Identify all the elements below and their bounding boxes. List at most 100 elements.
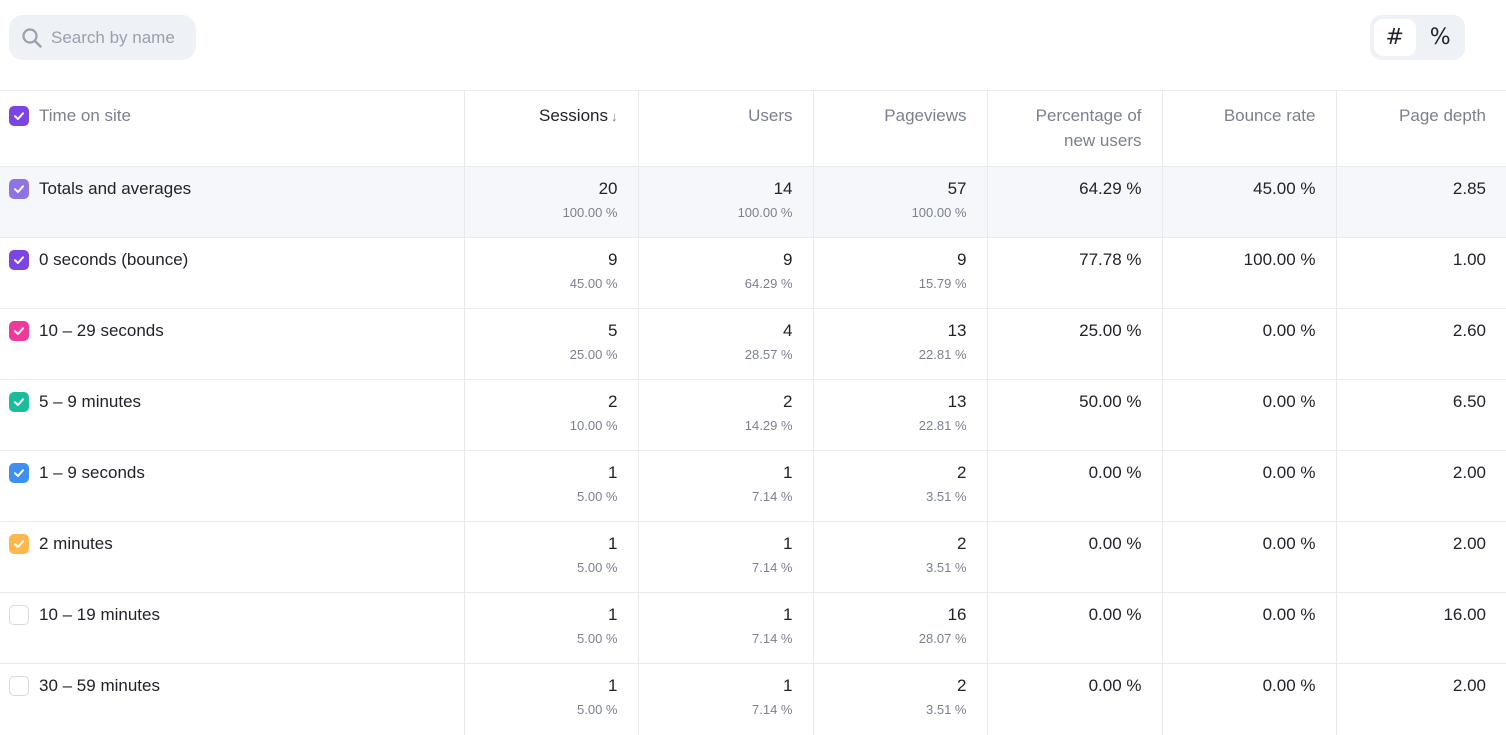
sessions-percent: 10.00 % [569,418,618,433]
sessions-value: 9 [608,250,618,269]
sessions-value: 2 [608,392,618,411]
search-input[interactable] [51,27,191,48]
bounce-rate-cell: 100.00 % [1161,237,1336,309]
sessions-value: 20 [598,179,618,198]
dimension-label: 10 – 19 minutes [39,605,160,624]
sessions-cell: 1 5.00 % [463,663,638,735]
page-depth-cell: 2.00 [1335,663,1506,735]
table-row: 10 – 29 seconds 5 25.00 % 4 28.57 % 13 22.81 %… [0,308,1506,380]
users-header[interactable]: Users [637,90,813,167]
users-cell: 14 100.00 % [637,166,813,238]
table-row: 30 – 59 minutes 1 5.00 % 1 7.14 % 2 3.51 % 0.00… [0,663,1506,735]
users-percent: 7.14 % [752,560,793,575]
users-header-label: Users [748,106,793,125]
check-icon [14,540,24,548]
sessions-header[interactable]: Sessions ↓ [463,90,638,167]
users-value: 14 [773,179,793,198]
pageviews-value: 13 [947,321,967,340]
sessions-percent: 25.00 % [569,347,618,362]
page-depth-header[interactable]: Page depth [1335,90,1506,167]
dimension-label: 1 – 9 seconds [39,463,145,482]
new-users-cell: 0.00 % [986,450,1162,522]
dimension-header: Time on site [0,90,464,167]
sessions-cell: 1 5.00 % [463,521,638,593]
new-users-cell: 0.00 % [986,592,1162,664]
check-icon [14,111,24,120]
pageviews-cell: 2 3.51 % [812,450,987,522]
bounce-rate-cell: 0.00 % [1161,308,1336,380]
dimension-header-label: Time on site [39,106,131,125]
new-users-value: 64.29 % [1079,179,1142,198]
users-percent: 64.29 % [744,276,793,291]
users-percent: 7.14 % [752,489,793,504]
users-percent: 28.57 % [744,347,793,362]
pageviews-header[interactable]: Pageviews [812,90,987,167]
page-depth-cell: 1.00 [1335,237,1506,309]
pageviews-cell: 2 3.51 % [812,521,987,593]
page-depth-value: 2.00 [1452,676,1486,695]
dimension-cell: 2 minutes [0,521,464,593]
percent-values-button[interactable]: % [1420,19,1462,56]
sessions-percent: 5.00 % [577,560,618,575]
pageviews-percent: 28.07 % [918,631,967,646]
pageviews-percent: 3.51 % [926,489,967,504]
pageviews-cell: 2 3.51 % [812,663,987,735]
select-all-checkbox[interactable] [9,105,29,126]
table-row: 1 – 9 seconds 1 5.00 % 1 7.14 % 2 3.51 % 0.00 %… [0,450,1506,522]
row-checkbox[interactable] [9,534,29,554]
sessions-value: 1 [608,463,618,482]
users-percent: 100.00 % [737,205,793,220]
dimension-label: 30 – 59 minutes [39,676,160,695]
bounce-rate-value: 0.00 % [1262,534,1316,553]
new-users-value: 0.00 % [1088,463,1142,482]
users-value: 1 [783,605,793,624]
dimension-cell: 5 – 9 minutes [0,379,464,451]
row-checkbox[interactable] [9,321,29,341]
dimension-label: Totals and averages [39,179,192,198]
new-users-header-line2: new users [1064,131,1142,150]
page-depth-cell: 2.85 [1335,166,1506,238]
pageviews-value: 2 [957,534,967,553]
new-users-cell: 64.29 % [986,166,1162,238]
row-checkbox[interactable] [9,250,29,270]
absolute-values-button[interactable]: # [1374,19,1416,56]
sessions-cell: 5 25.00 % [463,308,638,380]
page-depth-value: 2.00 [1452,534,1486,553]
users-cell: 2 14.29 % [637,379,813,451]
row-checkbox[interactable] [9,676,29,696]
dimension-label: 0 seconds (bounce) [39,250,189,269]
pageviews-percent: 22.81 % [918,347,967,362]
search-box[interactable] [9,15,196,60]
table-row: 0 seconds (bounce) 9 45.00 % 9 64.29 % 9 15.79… [0,237,1506,309]
users-cell: 1 7.14 % [637,592,813,664]
bounce-rate-cell: 0.00 % [1161,379,1336,451]
new-users-header[interactable]: Percentage of new users [986,90,1162,167]
sessions-cell: 1 5.00 % [463,592,638,664]
pageviews-cell: 57 100.00 % [812,166,987,238]
table-header-row: Time on site Sessions ↓ Users Pageviews P… [0,90,1506,167]
users-value: 2 [783,392,793,411]
users-value: 1 [783,676,793,695]
bounce-rate-cell: 0.00 % [1161,521,1336,593]
dimension-cell: 0 seconds (bounce) [0,237,464,309]
bounce-rate-header[interactable]: Bounce rate [1161,90,1336,167]
page-depth-cell: 2.00 [1335,521,1506,593]
new-users-value: 0.00 % [1088,534,1142,553]
bounce-rate-cell: 0.00 % [1161,592,1336,664]
sessions-value: 1 [608,534,618,553]
row-checkbox[interactable] [9,179,29,199]
bounce-rate-value: 0.00 % [1262,605,1316,624]
pageviews-percent: 22.81 % [918,418,967,433]
users-value: 9 [783,250,793,269]
row-checkbox[interactable] [9,605,29,625]
sessions-value: 1 [608,676,618,695]
new-users-cell: 25.00 % [986,308,1162,380]
page-depth-value: 16.00 [1443,605,1486,624]
row-checkbox[interactable] [9,392,29,412]
row-checkbox[interactable] [9,463,29,483]
bounce-rate-value: 45.00 % [1253,179,1316,198]
check-icon [14,185,24,193]
check-icon [14,256,24,264]
sessions-percent: 5.00 % [577,702,618,717]
page-depth-cell: 2.60 [1335,308,1506,380]
